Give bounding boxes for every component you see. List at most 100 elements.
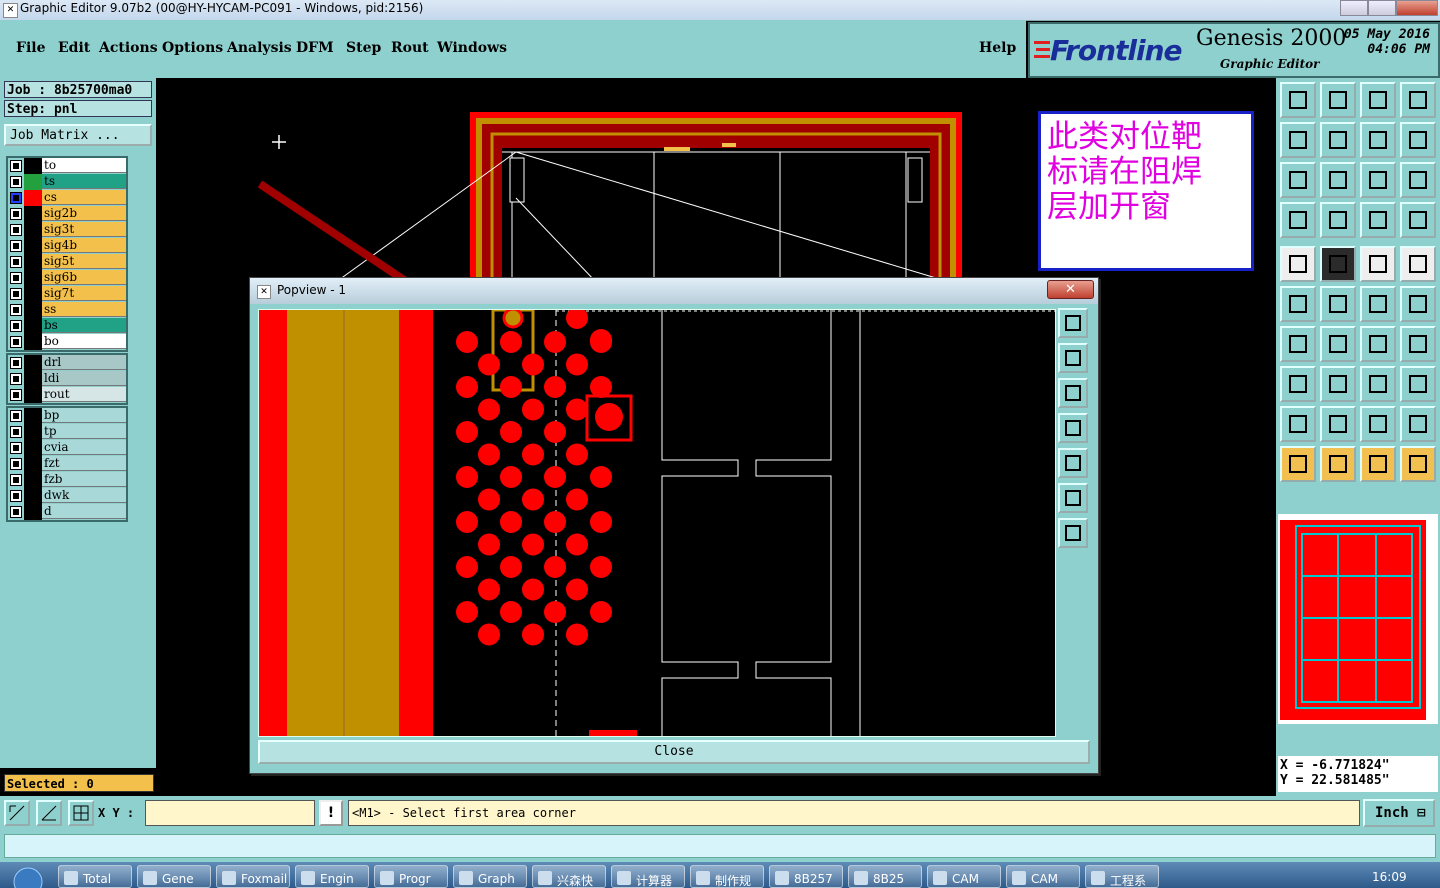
layer-checkbox[interactable] [10,160,22,172]
layer-checkbox[interactable] [10,490,22,502]
layer-color-swatch[interactable] [24,334,42,350]
layer-row-sig7t[interactable]: sig7t [8,286,126,302]
layer-color-swatch[interactable] [24,387,42,403]
layer-row-d[interactable]: d [8,504,126,520]
taskbar-item[interactable]: Progr [374,865,448,888]
close-window-button[interactable] [1396,0,1438,16]
overview-minimap[interactable] [1278,514,1438,724]
layer-checkbox[interactable] [10,208,22,220]
layer-row-ts[interactable]: ts [8,174,126,190]
popview-canvas[interactable] [258,307,1056,737]
xy-input[interactable] [145,800,315,826]
layer-row-sig5t[interactable]: sig5t [8,254,126,270]
pointer-button[interactable] [1280,446,1316,482]
layer-row-fzt[interactable]: fzt [8,456,126,472]
menu-options[interactable]: Options [162,40,223,56]
menu-edit[interactable]: Edit [58,40,90,56]
layer-label[interactable]: sig6b [42,270,126,285]
layer-checkbox[interactable] [10,336,22,348]
layer-row-to[interactable]: to [8,158,126,174]
layer-color-swatch[interactable] [24,440,42,456]
layer-color-swatch[interactable] [24,158,42,174]
grid-view-button[interactable] [1320,202,1356,238]
layer-checkbox[interactable] [10,192,22,204]
layer-checkbox[interactable] [10,474,22,486]
layer-row-rout[interactable]: rout [8,387,126,403]
layer-row-cs[interactable]: cs [8,190,126,206]
layer-color-swatch[interactable] [24,254,42,270]
layer-label[interactable]: sig7t [42,286,126,301]
help-button[interactable] [1400,162,1436,198]
layer-checkbox[interactable] [10,442,22,454]
taskbar-item[interactable]: Engin [295,865,369,888]
taskbar-item[interactable]: 工程系 [1085,865,1159,888]
pop-up-button[interactable] [1058,343,1088,373]
layer-label[interactable]: d [42,504,126,519]
taskbar-item[interactable]: Gene [137,865,211,888]
layer-row-sig6b[interactable]: sig6b [8,270,126,286]
menu-step[interactable]: Step [346,40,381,56]
layer-checkbox[interactable] [10,224,22,236]
warning-button[interactable]: ! [319,800,343,826]
pop-left-button[interactable] [1058,413,1088,443]
pointer-circle-button[interactable] [1360,446,1396,482]
taskbar-item[interactable]: 计算器 [611,865,685,888]
zoom-home-button[interactable] [1280,82,1316,118]
pointer-path-button[interactable] [1400,446,1436,482]
layer-label[interactable]: tp [42,424,126,439]
layer-row-sig3t[interactable]: sig3t [8,222,126,238]
taskbar-item[interactable]: 制作规 [690,865,764,888]
layer-color-alt-button[interactable] [1400,202,1436,238]
layer-checkbox[interactable] [10,389,22,401]
center-button[interactable] [1320,162,1356,198]
angle-button[interactable] [1280,326,1316,362]
resize-button[interactable] [1360,366,1396,402]
cross-button[interactable] [1320,286,1356,322]
unit-selector[interactable]: Inch ⊟ [1363,799,1435,827]
snap-button[interactable] [1400,122,1436,158]
layer-checkbox[interactable] [10,506,22,518]
taskbar-item[interactable]: CAM [927,865,1001,888]
layer-color-swatch[interactable] [24,302,42,318]
layer-label[interactable]: fzt [42,456,126,471]
flip-button[interactable] [1400,326,1436,362]
ruler-button[interactable] [1360,246,1396,282]
menu-file[interactable]: File [16,40,45,56]
job-matrix-button[interactable]: Job Matrix ... [4,124,152,146]
layer-label[interactable]: fzb [42,472,126,487]
pop-center-button[interactable] [1058,518,1088,548]
connect-button[interactable] [1280,286,1316,322]
layer-row-fzb[interactable]: fzb [8,472,126,488]
layer-color-swatch[interactable] [24,355,42,371]
move-button[interactable] [1360,286,1396,322]
layer-color-swatch[interactable] [24,206,42,222]
copy-button[interactable] [1400,286,1436,322]
layer-row-bp[interactable]: bp [8,408,126,424]
layer-color-swatch[interactable] [24,456,42,472]
pan-left-button[interactable] [1280,122,1316,158]
home-view-button[interactable] [1360,82,1396,118]
layer-checkbox[interactable] [10,256,22,268]
slash-button[interactable] [1320,326,1356,362]
one-to-one-button[interactable] [1360,162,1396,198]
menu-analysis[interactable]: Analysis [227,40,292,56]
layer-row-cvia[interactable]: cvia [8,440,126,456]
taskbar-item[interactable]: 8B257 [769,865,843,888]
layer-color-swatch[interactable] [24,504,42,520]
minimize-button[interactable] [1340,0,1368,16]
layer-checkbox[interactable] [10,288,22,300]
layer-row-dwk[interactable]: dwk [8,488,126,504]
layer-label[interactable]: ldi [42,371,126,386]
layer-label[interactable]: sig3t [42,222,126,237]
layer-row-ss[interactable]: ss [8,302,126,318]
menu-rout[interactable]: Rout [391,40,429,56]
window-button[interactable] [1400,82,1436,118]
menu-actions[interactable]: Actions [99,40,158,56]
taskbar-item[interactable]: 兴森快 [532,865,606,888]
layer-label[interactable]: sig4b [42,238,126,253]
rotate-button[interactable] [1360,326,1396,362]
layer-checkbox[interactable] [10,176,22,188]
layer-color-swatch[interactable] [24,270,42,286]
layer-row-tp[interactable]: tp [8,424,126,440]
layer-checkbox[interactable] [10,458,22,470]
